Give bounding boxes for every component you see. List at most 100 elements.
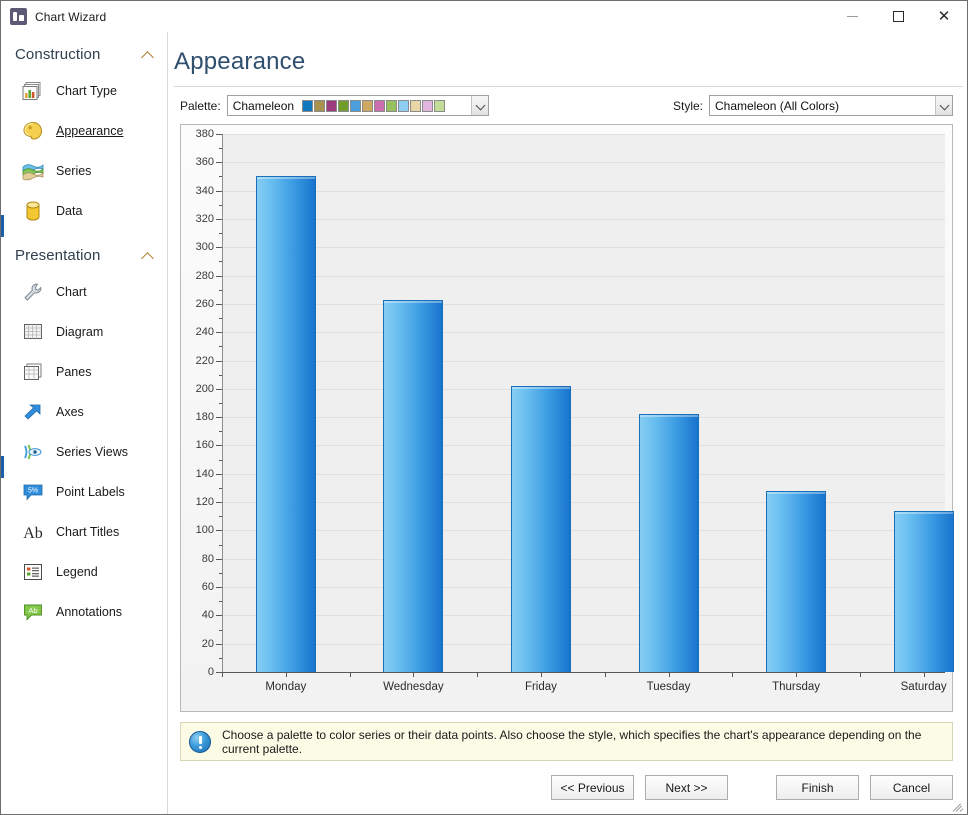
y-axis-label: 160 [184, 439, 214, 451]
x-axis-boundary-tick [477, 672, 478, 677]
gridline [223, 162, 945, 163]
palette-dropdown[interactable]: Chameleon [227, 95, 489, 116]
chart-preview[interactable]: 0204060801001201401601802002202402602803… [180, 124, 953, 712]
legend-icon [21, 560, 45, 584]
gridline [223, 417, 945, 418]
y-axis-label: 80 [184, 553, 214, 565]
annotations-icon: Ab [21, 600, 45, 624]
panes-icon [21, 360, 45, 384]
bar-thursday[interactable] [766, 491, 826, 672]
finish-button[interactable]: Finish [776, 775, 859, 800]
sidebar-item-series-views-label: Series Views [56, 445, 128, 459]
bar-saturday[interactable] [894, 511, 954, 672]
y-axis-minor-tick [219, 460, 222, 461]
palette-swatch-9 [410, 100, 421, 112]
style-label: Style: [673, 99, 703, 113]
sidebar-item-series[interactable]: Series [1, 151, 167, 191]
chevron-up-icon [141, 249, 155, 263]
x-axis-label: Friday [525, 681, 557, 693]
palette-swatch-11 [434, 100, 445, 112]
sidebar-item-diagram[interactable]: Diagram [1, 312, 167, 352]
style-dropdown[interactable]: Chameleon (All Colors) [709, 95, 953, 116]
y-axis-label: 260 [184, 298, 214, 310]
maximize-button[interactable] [875, 1, 921, 32]
y-axis-tick [216, 304, 222, 305]
sidebar-group-presentation-label: Presentation [15, 247, 141, 264]
svg-text:5%: 5% [28, 488, 38, 495]
bar-friday[interactable] [511, 386, 571, 672]
x-axis-boundary-tick [732, 672, 733, 677]
y-axis-tick [216, 162, 222, 163]
palette-swatch-2 [326, 100, 337, 112]
resize-grip-icon[interactable] [952, 800, 965, 813]
chevron-down-icon[interactable] [935, 96, 952, 115]
x-axis-boundary-tick [350, 672, 351, 677]
gridline [223, 615, 945, 616]
sidebar-item-series-views[interactable]: Series Views [1, 432, 167, 472]
y-axis-label: 180 [184, 411, 214, 423]
sidebar-item-point-labels[interactable]: 5% Point Labels [1, 472, 167, 512]
sidebar-item-axes[interactable]: Axes [1, 392, 167, 432]
sidebar-item-chart-titles[interactable]: Ab Chart Titles [1, 512, 167, 552]
sidebar-item-legend[interactable]: Legend [1, 552, 167, 592]
bar-wednesday[interactable] [383, 300, 443, 672]
previous-button[interactable]: << Previous [551, 775, 634, 800]
bar-monday[interactable] [256, 176, 316, 672]
next-button[interactable]: Next >> [645, 775, 728, 800]
navigation-sidebar: Construction Chart Type [1, 32, 168, 814]
x-axis-label: Thursday [772, 681, 820, 693]
svg-text:Ab: Ab [28, 606, 37, 615]
sidebar-group-construction[interactable]: Construction [1, 38, 167, 71]
point-labels-icon: 5% [21, 480, 45, 504]
palette-swatch-3 [338, 100, 349, 112]
y-axis-label: 60 [184, 581, 214, 593]
x-axis-label: Saturday [901, 681, 947, 693]
y-axis-tick [216, 417, 222, 418]
sidebar-group-presentation[interactable]: Presentation [1, 239, 167, 272]
sidebar-item-annotations-label: Annotations [56, 605, 122, 619]
sidebar-item-panes[interactable]: Panes [1, 352, 167, 392]
sidebar-item-chart-type-label: Chart Type [56, 84, 117, 98]
y-axis-tick [216, 276, 222, 277]
y-axis-tick [216, 474, 222, 475]
palette-label: Palette: [180, 99, 221, 113]
y-axis-tick [216, 361, 222, 362]
bar-tuesday[interactable] [639, 414, 699, 672]
chevron-down-icon[interactable] [471, 96, 488, 115]
y-axis-minor-tick [219, 346, 222, 347]
sidebar-item-appearance[interactable]: Appearance [1, 111, 167, 151]
sidebar-item-chart-label: Chart [56, 285, 87, 299]
y-axis-label: 0 [184, 666, 214, 678]
sidebar-item-data[interactable]: Data [1, 191, 167, 231]
options-row: Palette: Chameleon Style: Chameleon (All… [168, 87, 967, 123]
y-axis-minor-tick [219, 573, 222, 574]
chart-titles-ab-icon: Ab [21, 520, 45, 544]
y-axis-minor-tick [219, 601, 222, 602]
minimize-button[interactable] [829, 1, 875, 32]
y-axis-tick [216, 502, 222, 503]
palette-swatch-7 [386, 100, 397, 112]
y-axis-minor-tick [219, 176, 222, 177]
axes-arrow-icon [21, 400, 45, 424]
sidebar-item-chart-type[interactable]: Chart Type [1, 71, 167, 111]
active-section-marker-2 [1, 456, 4, 478]
sidebar-group-construction-label: Construction [15, 46, 141, 63]
cancel-button[interactable]: Cancel [870, 775, 953, 800]
gridline [223, 219, 945, 220]
close-button[interactable]: ✕ [921, 1, 967, 32]
y-axis-minor-tick [219, 375, 222, 376]
series-icon [21, 159, 45, 183]
gridline [223, 247, 945, 248]
gridline [223, 191, 945, 192]
sidebar-item-series-label: Series [56, 164, 91, 178]
gridline [223, 332, 945, 333]
y-axis-minor-tick [219, 290, 222, 291]
svg-text:Ab: Ab [23, 525, 43, 542]
y-axis-tick [216, 587, 222, 588]
gridline [223, 389, 945, 390]
sidebar-item-chart[interactable]: Chart [1, 272, 167, 312]
y-axis-minor-tick [219, 318, 222, 319]
chart-type-icon [21, 79, 45, 103]
gridline [223, 276, 945, 277]
sidebar-item-annotations[interactable]: Ab Annotations [1, 592, 167, 632]
